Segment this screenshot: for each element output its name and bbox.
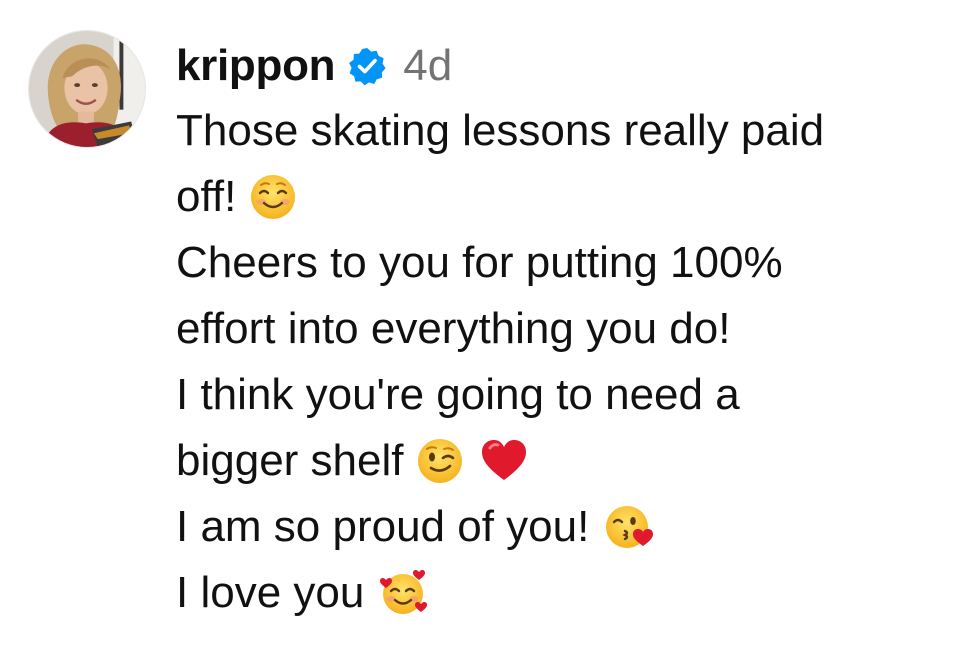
comment-line: off!	[176, 164, 971, 230]
winking-face-emoji-icon	[415, 436, 465, 486]
comment-line: bigger shelf	[176, 428, 971, 494]
comment-line: Those skating lessons really paid	[176, 98, 971, 164]
comment-line-text: bigger shelf	[176, 436, 404, 485]
red-heart-emoji-icon	[479, 436, 529, 486]
comment-line-text: effort into everything you do!	[176, 304, 731, 353]
comment-line: effort into everything you do!	[176, 296, 971, 362]
smiling-face-with-hearts-emoji-icon	[378, 568, 428, 618]
avatar-photo	[29, 31, 145, 147]
comment: krippon 4d Those skating lessons really …	[0, 0, 980, 653]
comment-line-text: I am so proud of you!	[176, 502, 590, 551]
smiling-face-emoji-icon	[248, 172, 298, 222]
comment-line-text: I think you're going to need a	[176, 370, 740, 419]
comment-text: Those skating lessons really paid off! C…	[176, 98, 971, 626]
comment-line: I love you	[176, 560, 971, 626]
comment-line-text: Those skating lessons really paid	[176, 106, 825, 155]
username[interactable]: krippon	[176, 41, 336, 91]
face-blowing-kiss-emoji-icon	[603, 502, 654, 552]
avatar[interactable]	[28, 30, 146, 148]
timestamp[interactable]: 4d	[403, 41, 452, 91]
comment-body: krippon 4d Those skating lessons really …	[176, 36, 971, 626]
comment-line-text: Cheers to you for putting 100%	[176, 238, 783, 287]
verified-badge-icon	[347, 46, 387, 86]
comment-line: I think you're going to need a	[176, 362, 971, 428]
comment-line-text: off!	[176, 172, 237, 221]
comment-header: krippon 4d	[176, 36, 971, 96]
comment-line: Cheers to you for putting 100%	[176, 230, 971, 296]
comment-line-text: I love you	[176, 568, 365, 617]
comment-line: I am so proud of you!	[176, 494, 971, 560]
